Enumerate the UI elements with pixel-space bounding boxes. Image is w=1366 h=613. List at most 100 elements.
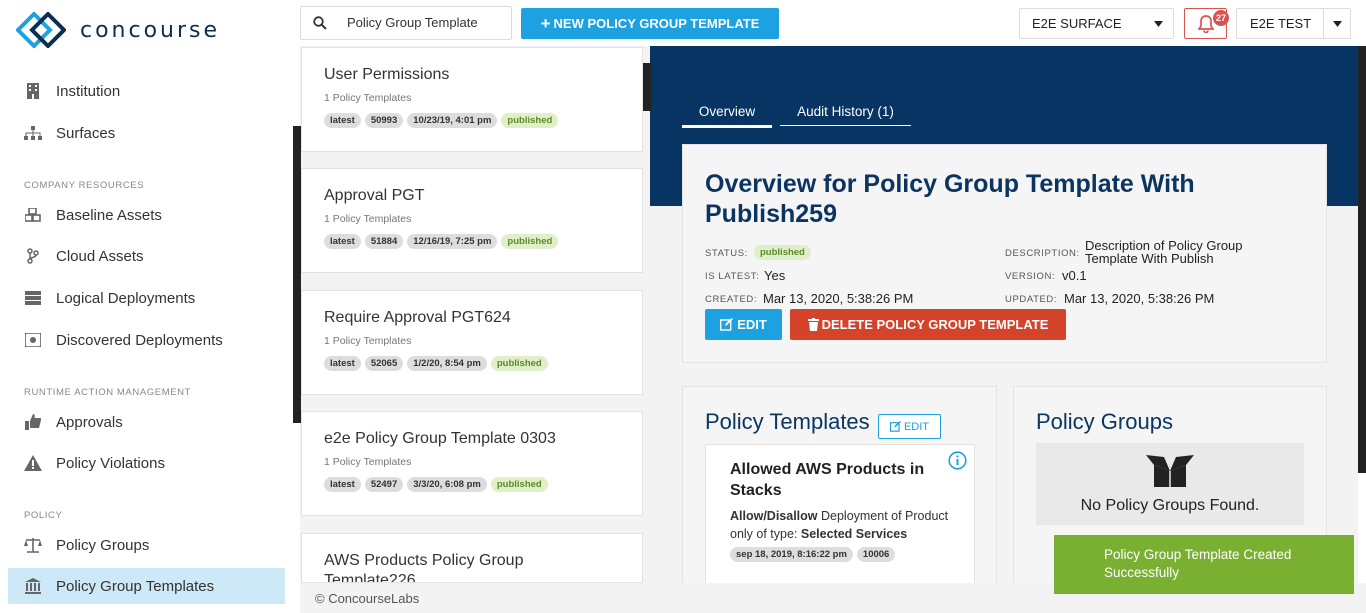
edit-button[interactable]: EDIT [705,309,782,340]
list-item-subtitle: 1 Policy Templates [324,335,412,347]
sidebar-item-logical-deployments[interactable]: Logical Deployments [8,280,285,316]
list-item-title: Approval PGT [324,187,425,204]
tag-date: 3/3/20, 6:08 pm [407,477,487,492]
tag-status: published [490,477,548,492]
detail-pane: Overview Audit History (1) Overview for … [650,46,1358,583]
notification-count-badge: 27 [1213,10,1229,26]
sidebar-item-baseline-assets[interactable]: Baseline Assets [8,197,285,233]
list-shadow-strip [293,126,301,423]
sidebar: concourse Institution Surfaces COMPANY R… [0,0,300,613]
new-button-label: NEW POLICY GROUP TEMPLATE [553,16,760,31]
tab-overview[interactable]: Overview [682,104,772,128]
sidebar-item-institution[interactable]: Institution [8,73,285,109]
list-item[interactable]: AWS Products Policy Group Template226 [301,533,643,583]
caret-down-icon [1154,21,1163,27]
created-value: Mar 13, 2020, 5:38:26 PM [763,291,914,306]
policy-groups-title: Policy Groups [1036,409,1173,434]
sidebar-item-policy-group-templates[interactable]: Policy Group Templates [8,568,285,604]
edit-policy-templates-label: EDIT [903,420,930,433]
tag-id: 10006 [856,547,896,562]
desc-bold-2: Selected Services [800,527,908,541]
tag-id: 50993 [364,113,404,128]
list-item-subtitle: 1 Policy Templates [324,213,412,225]
branch-icon [24,247,42,265]
created-label: CREATED: [705,294,758,305]
policy-templates-title: Policy Templates [705,409,870,434]
sidebar-item-label: Baseline Assets [56,206,162,224]
sidebar-item-policy-groups[interactable]: Policy Groups [8,527,285,563]
notifications-button[interactable]: 27 [1184,8,1229,39]
detail-shadow-strip [643,63,651,111]
sidebar-item-approvals[interactable]: Approvals [8,404,285,440]
status-badge: published [754,245,811,260]
sidebar-item-label: Approvals [56,413,123,431]
page-title: Overview for Policy Group Template With … [705,170,1195,228]
list-item[interactable]: e2e Policy Group Template 0303 1 Policy … [301,411,643,516]
delete-policy-group-template-button[interactable]: DELETE POLICY GROUP TEMPLATE [790,309,1066,340]
brand-name: concourse [80,17,221,43]
sidebar-item-label: Policy Violations [56,454,165,472]
tag-latest: latest [324,477,361,492]
tag-latest: latest [324,234,361,249]
sidebar-item-policy-violations[interactable]: Policy Violations [8,445,285,481]
updated-label: UPDATED: [1005,294,1058,305]
desc-bold-1: Allow/Disallow [730,509,818,523]
sidebar-item-label: Logical Deployments [56,289,196,307]
tag-date: 10/23/19, 4:01 pm [407,113,498,128]
tag-id: 52497 [364,477,404,492]
user-menu[interactable]: E2E TEST [1236,8,1351,39]
radar-icon [24,331,42,349]
info-icon[interactable] [948,451,967,470]
sidebar-item-cloud-assets[interactable]: Cloud Assets [8,238,285,274]
copyright-text: © ConcourseLabs [315,590,420,606]
policy-template-card[interactable]: Allowed AWS Products in Stacks Allow/Dis… [705,444,975,583]
sidebar-item-surfaces[interactable]: Surfaces [8,115,285,151]
edit-button-label: EDIT [737,317,767,332]
description-value: Description of Policy Group Template Wit… [1085,238,1243,266]
surface-select-value: E2E SURFACE [1032,16,1122,31]
sidebar-item-discovered-deployments[interactable]: Discovered Deployments [8,322,285,358]
success-toast[interactable]: Policy Group Template Created Successful… [1054,535,1354,594]
user-name: E2E TEST [1250,16,1312,31]
concourse-logo-icon [16,12,66,48]
brand-logo[interactable]: concourse [16,12,220,48]
list-item-subtitle: 1 Policy Templates [324,456,412,468]
sidebar-item-label: Cloud Assets [56,247,144,265]
warning-icon [24,454,42,472]
tag-status: published [501,113,559,128]
sidebar-item-label: Surfaces [56,124,116,142]
search-input[interactable] [347,15,503,30]
is-latest-label: IS LATEST: [705,271,760,282]
list-item-title: Require Approval PGT624 [324,309,511,326]
open-box-icon [1146,455,1194,487]
version-label: VERSION: [1005,271,1056,282]
edit-icon [720,318,734,331]
tag-date: sep 18, 2019, 8:16:22 pm [730,547,853,562]
scrollbar[interactable] [1358,46,1366,473]
tab-audit-history[interactable]: Audit History (1) [780,104,911,126]
empty-state-text: No Policy Groups Found. [1080,497,1260,514]
policy-template-description: Allow/Disallow Deployment of Product onl… [730,507,950,543]
overview-card: Overview for Policy Group Template With … [682,144,1327,363]
list-item[interactable]: Require Approval PGT624 1 Policy Templat… [301,290,643,395]
search-icon [313,16,327,35]
tag-status: published [490,356,548,371]
status-label: STATUS: [705,248,748,259]
list-item[interactable]: Approval PGT 1 Policy Templates latest 5… [301,168,643,273]
tag-status: published [501,234,559,249]
edit-policy-templates-button[interactable]: EDIT [878,414,941,439]
cubes-icon [24,206,42,224]
plus-icon: + [540,13,551,33]
updated-value: Mar 13, 2020, 5:38:26 PM [1064,291,1215,306]
sidebar-item-label: Discovered Deployments [56,331,223,349]
caret-down-icon [1333,21,1342,27]
list-item[interactable]: User Permissions 1 Policy Templates late… [301,47,643,152]
new-policy-group-template-button[interactable]: + NEW POLICY GROUP TEMPLATE [521,8,779,39]
building-icon [24,82,42,100]
tag-latest: latest [324,113,361,128]
institution-icon [24,577,42,595]
sidebar-item-label: Policy Group Templates [56,577,215,595]
surface-select[interactable]: E2E SURFACE [1019,8,1174,39]
status-badge-text: published [754,245,811,260]
description-label: DESCRIPTION: [1005,248,1080,259]
